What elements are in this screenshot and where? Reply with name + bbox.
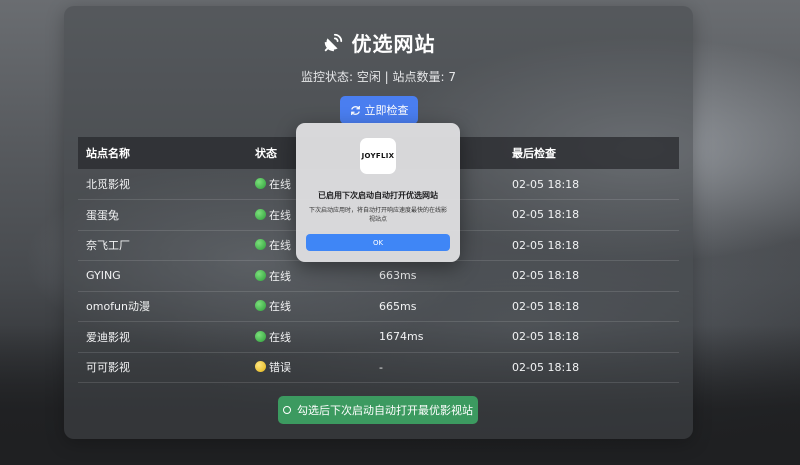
autostart-toggle-button[interactable]: 勾选后下次启动自动打开最优影视站: [278, 396, 478, 424]
status-label: 在线: [269, 269, 291, 283]
page-title: 优选网站: [351, 32, 436, 56]
autostart-label: 勾选后下次启动自动打开最优影视站: [297, 404, 473, 417]
site-status: 在线: [247, 261, 371, 292]
monitor-status: 监控状态: 空闲 | 站点数量: 7: [300, 70, 457, 84]
site-last-check: 02-05 18:18: [512, 177, 580, 191]
site-last-check: 02-05 18:18: [512, 269, 580, 283]
radio-circle-icon: [283, 406, 291, 414]
dialog-title: 已启用下次启动自动打开优选网站: [318, 191, 438, 200]
site-last-check: 02-05 18:18: [512, 330, 580, 344]
site-name: 可可影视: [86, 361, 130, 375]
table-row[interactable]: 爱迪影视 在线 1674ms 02-05 18:18: [78, 322, 679, 353]
status-label: 在线: [269, 208, 291, 222]
online-status-icon: [255, 208, 266, 220]
ok-button[interactable]: OK: [306, 234, 450, 251]
online-status-icon: [255, 269, 266, 281]
online-status-icon: [255, 330, 266, 342]
column-header-last-check: 最后检查: [512, 147, 556, 160]
dialog-message: 下次启动应用时，将自动打开响应速度最快的在线影视站点: [308, 207, 447, 223]
site-name: omofun动漫: [86, 300, 150, 314]
site-name: 北觅影视: [86, 178, 130, 191]
error-status-icon: [255, 361, 266, 373]
status-label: 在线: [269, 178, 291, 191]
site-last-check: 02-05 18:18: [512, 208, 580, 222]
check-now-label: 立即检查: [364, 104, 409, 117]
online-status-icon: [255, 178, 266, 189]
site-name: 蛋蛋兔: [86, 208, 119, 222]
check-now-button[interactable]: 立即检查: [340, 96, 418, 124]
satellite-dish-icon: [324, 33, 342, 51]
refresh-icon: [350, 105, 360, 115]
site-last-check: 02-05 18:18: [512, 238, 580, 252]
site-name: GYING: [86, 269, 121, 283]
site-last-check: 02-05 18:18: [512, 360, 580, 374]
site-latency: 663ms: [379, 269, 417, 283]
site-latency: 1674ms: [379, 330, 424, 344]
site-name: 奈飞工厂: [86, 239, 130, 253]
online-status-icon: [255, 300, 266, 312]
site-last-check: 02-05 18:18: [512, 299, 580, 313]
title-row: 优选网站: [64, 28, 693, 57]
status-label: 在线: [269, 330, 291, 344]
table-row[interactable]: omofun动漫 在线 665ms 02-05 18:18: [78, 291, 679, 322]
site-status: 在线: [247, 322, 371, 353]
status-label: 错误: [269, 361, 291, 375]
status-label: 在线: [269, 300, 291, 314]
site-latency: 665ms: [379, 299, 417, 313]
site-status: 错误: [247, 352, 371, 383]
app-logo-text: JOYFLIX: [361, 152, 395, 160]
app-logo: JOYFLIX: [360, 138, 396, 174]
site-status: 在线: [247, 291, 371, 322]
table-row[interactable]: GYING 在线 663ms 02-05 18:18: [78, 261, 679, 292]
column-header-name: 站点名称: [86, 147, 130, 160]
online-status-icon: [255, 239, 266, 251]
alert-dialog: JOYFLIX 已启用下次启动自动打开优选网站 下次启动应用时，将自动打开响应速…: [296, 123, 460, 262]
site-latency: -: [379, 360, 383, 374]
site-name: 爱迪影视: [86, 330, 130, 344]
table-row[interactable]: 可可影视 错误 - 02-05 18:18: [78, 352, 679, 383]
status-label: 在线: [269, 239, 291, 253]
